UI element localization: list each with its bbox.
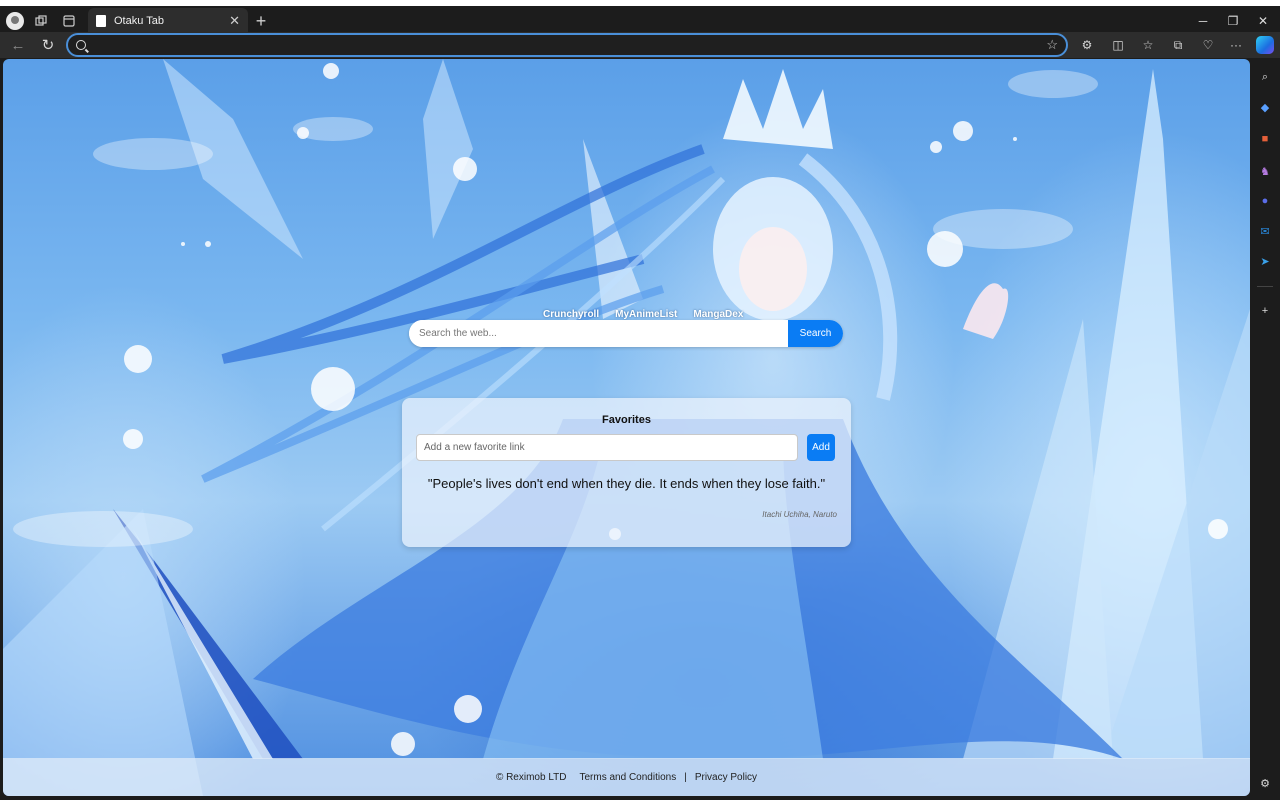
search-button[interactable]: Search [788,320,843,347]
split-screen-icon[interactable]: ◫ [1108,35,1128,55]
quick-link-myanimelist[interactable]: MyAnimeList [615,309,677,320]
address-bar[interactable]: ☆ [66,33,1068,57]
edge-sidebar: ⌕ ◆ ■ ♞ ● ✉ ➤ + ⚙ [1250,58,1280,800]
sidebar-settings-icon[interactable]: ⚙ [1256,774,1274,792]
back-icon[interactable]: ← [7,34,29,56]
favorite-link-input[interactable] [416,434,798,461]
workspaces-icon[interactable] [30,10,52,32]
extensions-icon[interactable]: ⚙ [1077,35,1097,55]
sidebar-shopping-icon[interactable]: ◆ [1256,98,1274,116]
sidebar-tools-icon[interactable]: ■ [1256,130,1274,148]
tab-actions-icon[interactable] [58,10,80,32]
web-search-input[interactable] [409,320,788,347]
close-window-icon[interactable]: ✕ [1248,10,1278,32]
sidebar-add-icon[interactable]: + [1256,302,1274,320]
sidebar-games-icon[interactable]: ♞ [1256,162,1274,180]
favorites-title: Favorites [602,414,651,426]
favorite-star-icon[interactable]: ☆ [1046,37,1058,53]
sidebar-copilot-icon[interactable]: ● [1256,192,1274,210]
more-options-icon[interactable]: ··· [1226,35,1246,55]
quick-link-mangadex[interactable]: MangaDex [693,309,743,320]
privacy-link[interactable]: Privacy Policy [695,772,757,783]
profile-avatar-icon[interactable] [6,12,24,30]
browser-toolbar: ← ↻ ☆ ⚙ ◫ ☆ ⧉ ♡ ··· [0,32,1280,58]
sidebar-search-icon[interactable]: ⌕ [1256,68,1274,86]
quick-link-crunchyroll[interactable]: Crunchyroll [543,309,599,320]
quote-author: Itachi Uchiha, Naruto [762,510,837,519]
sidebar-outlook-icon[interactable]: ✉ [1256,222,1274,240]
page-footer: © Reximob LTD Terms and Conditions | Pri… [3,758,1250,796]
browser-essentials-icon[interactable]: ♡ [1198,35,1218,55]
minimize-icon[interactable]: ─ [1188,10,1218,32]
footer-separator: | [684,771,687,783]
favorites-panel: Favorites Add "People's lives don't end … [402,398,851,547]
favorites-icon[interactable]: ☆ [1138,35,1158,55]
new-tab-icon[interactable]: + [250,10,272,32]
address-input[interactable] [94,38,1047,52]
tab-favicon-icon [96,15,106,27]
restore-icon[interactable]: ❐ [1218,10,1248,32]
sidebar-divider [1257,286,1273,287]
copilot-icon[interactable] [1255,35,1275,55]
tab-otaku-tab[interactable]: Otaku Tab ✕ [88,8,248,34]
sidebar-telegram-icon[interactable]: ➤ [1256,252,1274,270]
anime-quote: "People's lives don't end when they die.… [427,476,826,491]
title-bar: Otaku Tab ✕ + ─ ❐ ✕ [0,0,1280,34]
new-tab-page: Crunchyroll MyAnimeList MangaDex Search … [3,59,1250,796]
collections-icon[interactable]: ⧉ [1168,35,1188,55]
tab-title: Otaku Tab [114,15,164,27]
reload-icon[interactable]: ↻ [37,34,59,56]
web-search-bar: Search [409,320,843,347]
search-icon [76,40,86,50]
footer-copyright: © Reximob LTD [495,771,567,783]
add-favorite-button[interactable]: Add [807,434,835,461]
quick-links: Crunchyroll MyAnimeList MangaDex [543,309,743,320]
terms-link[interactable]: Terms and Conditions [579,772,676,783]
tab-close-icon[interactable]: ✕ [229,13,240,29]
